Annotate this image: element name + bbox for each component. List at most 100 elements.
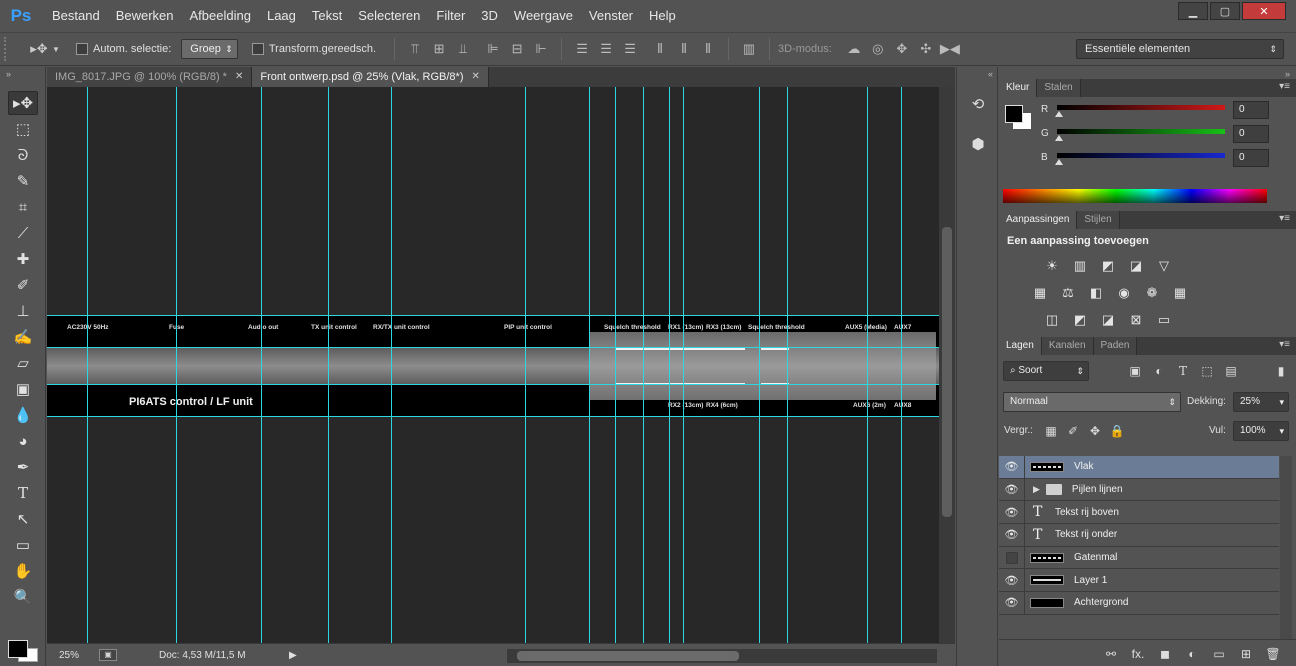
eraser-tool-icon[interactable]: ▱ xyxy=(8,351,38,375)
opacity-input[interactable]: 25% ▾ xyxy=(1233,392,1289,412)
slider-track[interactable] xyxy=(1057,153,1225,158)
tab-lagen[interactable]: Lagen xyxy=(999,337,1042,355)
align-hcenter-icon[interactable]: ⊟ xyxy=(507,39,527,59)
menu-item-filter[interactable]: Filter xyxy=(428,0,473,32)
zoom-tool-icon[interactable]: 🔍 xyxy=(8,585,38,609)
add-mask-icon[interactable]: ◼ xyxy=(1156,647,1174,661)
tab-kanalen[interactable]: Kanalen xyxy=(1041,337,1094,355)
close-tab-icon[interactable]: ✕ xyxy=(235,67,243,87)
clone-stamp-tool-icon[interactable]: ⊥ xyxy=(8,299,38,323)
tab-img-8017[interactable]: IMG_8017.JPG @ 100% (RGB/8) * ✕ xyxy=(47,67,253,87)
filter-toggle-icon[interactable]: ▮ xyxy=(1273,363,1289,379)
color-swatches[interactable] xyxy=(8,636,40,662)
menu-item-laag[interactable]: Laag xyxy=(259,0,304,32)
layer-row[interactable]: 👁 ▶ Pijlen lijnen xyxy=(999,478,1279,502)
minimize-button[interactable]: ▁ xyxy=(1178,2,1208,20)
layer-row[interactable]: 👁 T Tekst rij onder xyxy=(999,523,1279,547)
distribute-right-icon[interactable]: ⦀ xyxy=(698,39,718,59)
roll-3d-icon[interactable]: ◎ xyxy=(868,39,888,59)
filter-shape-icon[interactable]: ⬚ xyxy=(1199,363,1215,379)
orbit-3d-icon[interactable]: ☁ xyxy=(844,39,864,59)
vertical-scroll-thumb[interactable] xyxy=(942,227,952,517)
menu-item-bestand[interactable]: Bestand xyxy=(44,0,108,32)
levels-icon[interactable]: ▥ xyxy=(1069,255,1091,277)
eyedropper-tool-icon[interactable]: ⟋ xyxy=(8,221,38,245)
slide-3d-icon[interactable]: ✣ xyxy=(916,39,936,59)
menu-item-help[interactable]: Help xyxy=(641,0,684,32)
healing-brush-tool-icon[interactable]: ✚ xyxy=(8,247,38,271)
horizontal-scroll-thumb[interactable] xyxy=(517,651,739,661)
distribute-vcenter-icon[interactable]: ☰ xyxy=(596,39,616,59)
gradient-tool-icon[interactable]: ▣ xyxy=(8,377,38,401)
dodge-tool-icon[interactable]: ◕ xyxy=(8,429,38,453)
hand-tool-icon[interactable]: ✋ xyxy=(8,559,38,583)
tab-stijlen[interactable]: Stijlen xyxy=(1077,211,1120,229)
hue-saturation-icon[interactable]: ▦ xyxy=(1029,282,1051,304)
slider-track[interactable] xyxy=(1057,105,1225,110)
panel-menu-icon[interactable]: ▾≡ xyxy=(1279,81,1290,92)
strip-collapse-icon[interactable]: « xyxy=(957,67,997,89)
layer-row[interactable]: 👁 Layer 1 xyxy=(999,569,1279,593)
align-vcenter-icon[interactable]: ⊞ xyxy=(429,39,449,59)
align-left-icon[interactable]: ⊫ xyxy=(483,39,503,59)
eye-icon[interactable]: 👁 xyxy=(999,455,1025,478)
vibrance-icon[interactable]: ▽ xyxy=(1153,255,1175,277)
move-tool-icon[interactable]: ▸✥ xyxy=(8,91,38,115)
new-adjustment-icon[interactable]: ◐ xyxy=(1183,647,1201,661)
menu-item-weergave[interactable]: Weergave xyxy=(506,0,581,32)
panels-collapse-icon[interactable]: » xyxy=(999,67,1296,79)
auto-align-icon[interactable]: ▥ xyxy=(739,39,759,59)
close-button[interactable]: ✕ xyxy=(1242,2,1286,20)
align-bottom-icon[interactable]: ⫫ xyxy=(453,39,473,59)
brush-tool-icon[interactable]: ✐ xyxy=(8,273,38,297)
workspace-dropdown[interactable]: Essentiële elementen xyxy=(1076,39,1284,59)
filter-adjustment-icon[interactable]: ◐ xyxy=(1151,363,1167,379)
filter-smart-object-icon[interactable]: ▤ xyxy=(1223,363,1239,379)
toolbox-collapse-icon[interactable]: » xyxy=(0,67,45,89)
menu-item-venster[interactable]: Venster xyxy=(581,0,641,32)
slider-knob[interactable] xyxy=(1055,111,1063,117)
status-menu-arrow[interactable]: ▶ xyxy=(289,650,297,661)
blur-tool-icon[interactable]: 💧 xyxy=(8,403,38,427)
vertical-scrollbar[interactable] xyxy=(939,87,955,643)
expand-triangle-icon[interactable]: ▶ xyxy=(1033,484,1040,495)
zoom-level[interactable]: 25% xyxy=(59,650,93,661)
color-spectrum[interactable] xyxy=(1003,189,1267,203)
horizontal-scrollbar[interactable] xyxy=(507,649,937,663)
preview-icon[interactable]: ▣ xyxy=(99,649,117,661)
maximize-button[interactable]: ▢ xyxy=(1210,2,1240,20)
history-brush-tool-icon[interactable]: ✍ xyxy=(8,325,38,349)
rectangle-tool-icon[interactable]: ▭ xyxy=(8,533,38,557)
auto-select-option[interactable]: Autom. selectie: xyxy=(76,43,171,55)
panel-menu-icon[interactable]: ▾≡ xyxy=(1279,213,1290,224)
eye-icon[interactable]: 👁 xyxy=(999,569,1025,592)
brightness-contrast-icon[interactable]: ☀ xyxy=(1041,255,1063,277)
menu-item-tekst[interactable]: Tekst xyxy=(304,0,350,32)
layer-row[interactable]: 👁 T Tekst rij boven xyxy=(999,501,1279,525)
color-lookup-icon[interactable]: ▦ xyxy=(1169,282,1191,304)
eye-icon[interactable]: 👁 xyxy=(999,591,1025,614)
filter-pixel-icon[interactable]: ▣ xyxy=(1127,363,1143,379)
distribute-top-icon[interactable]: ☰ xyxy=(572,39,592,59)
filter-type-icon[interactable]: T xyxy=(1175,363,1191,379)
align-right-icon[interactable]: ⊩ xyxy=(531,39,551,59)
menu-item-selecteren[interactable]: Selecteren xyxy=(350,0,428,32)
eye-icon[interactable]: 👁 xyxy=(999,523,1025,546)
tool-preset-chevron-icon[interactable]: ▼ xyxy=(50,38,62,60)
new-group-icon[interactable]: ▭ xyxy=(1210,647,1228,661)
tab-paden[interactable]: Paden xyxy=(1093,337,1138,355)
lock-transparency-icon[interactable]: ▦ xyxy=(1043,423,1059,439)
foreground-color-swatch[interactable] xyxy=(8,640,28,658)
scale-3d-icon[interactable]: ▶◀ xyxy=(940,39,960,59)
distribute-hcenter-icon[interactable]: ⦀ xyxy=(674,39,694,59)
exposure-icon[interactable]: ◪ xyxy=(1125,255,1147,277)
foreground-color-swatch[interactable] xyxy=(1005,105,1023,123)
transform-checkbox[interactable] xyxy=(251,43,264,55)
panel-menu-icon[interactable]: ▾≡ xyxy=(1279,339,1290,350)
move-tool-icon[interactable]: ▸✥ xyxy=(28,38,50,60)
channel-mixer-icon[interactable]: ❁ xyxy=(1141,282,1163,304)
lasso-tool-icon[interactable]: ᘐ xyxy=(8,143,38,167)
slider-track[interactable] xyxy=(1057,129,1225,134)
link-layers-icon[interactable]: ⚯ xyxy=(1102,647,1120,661)
crop-tool-icon[interactable]: ⌗ xyxy=(8,195,38,219)
